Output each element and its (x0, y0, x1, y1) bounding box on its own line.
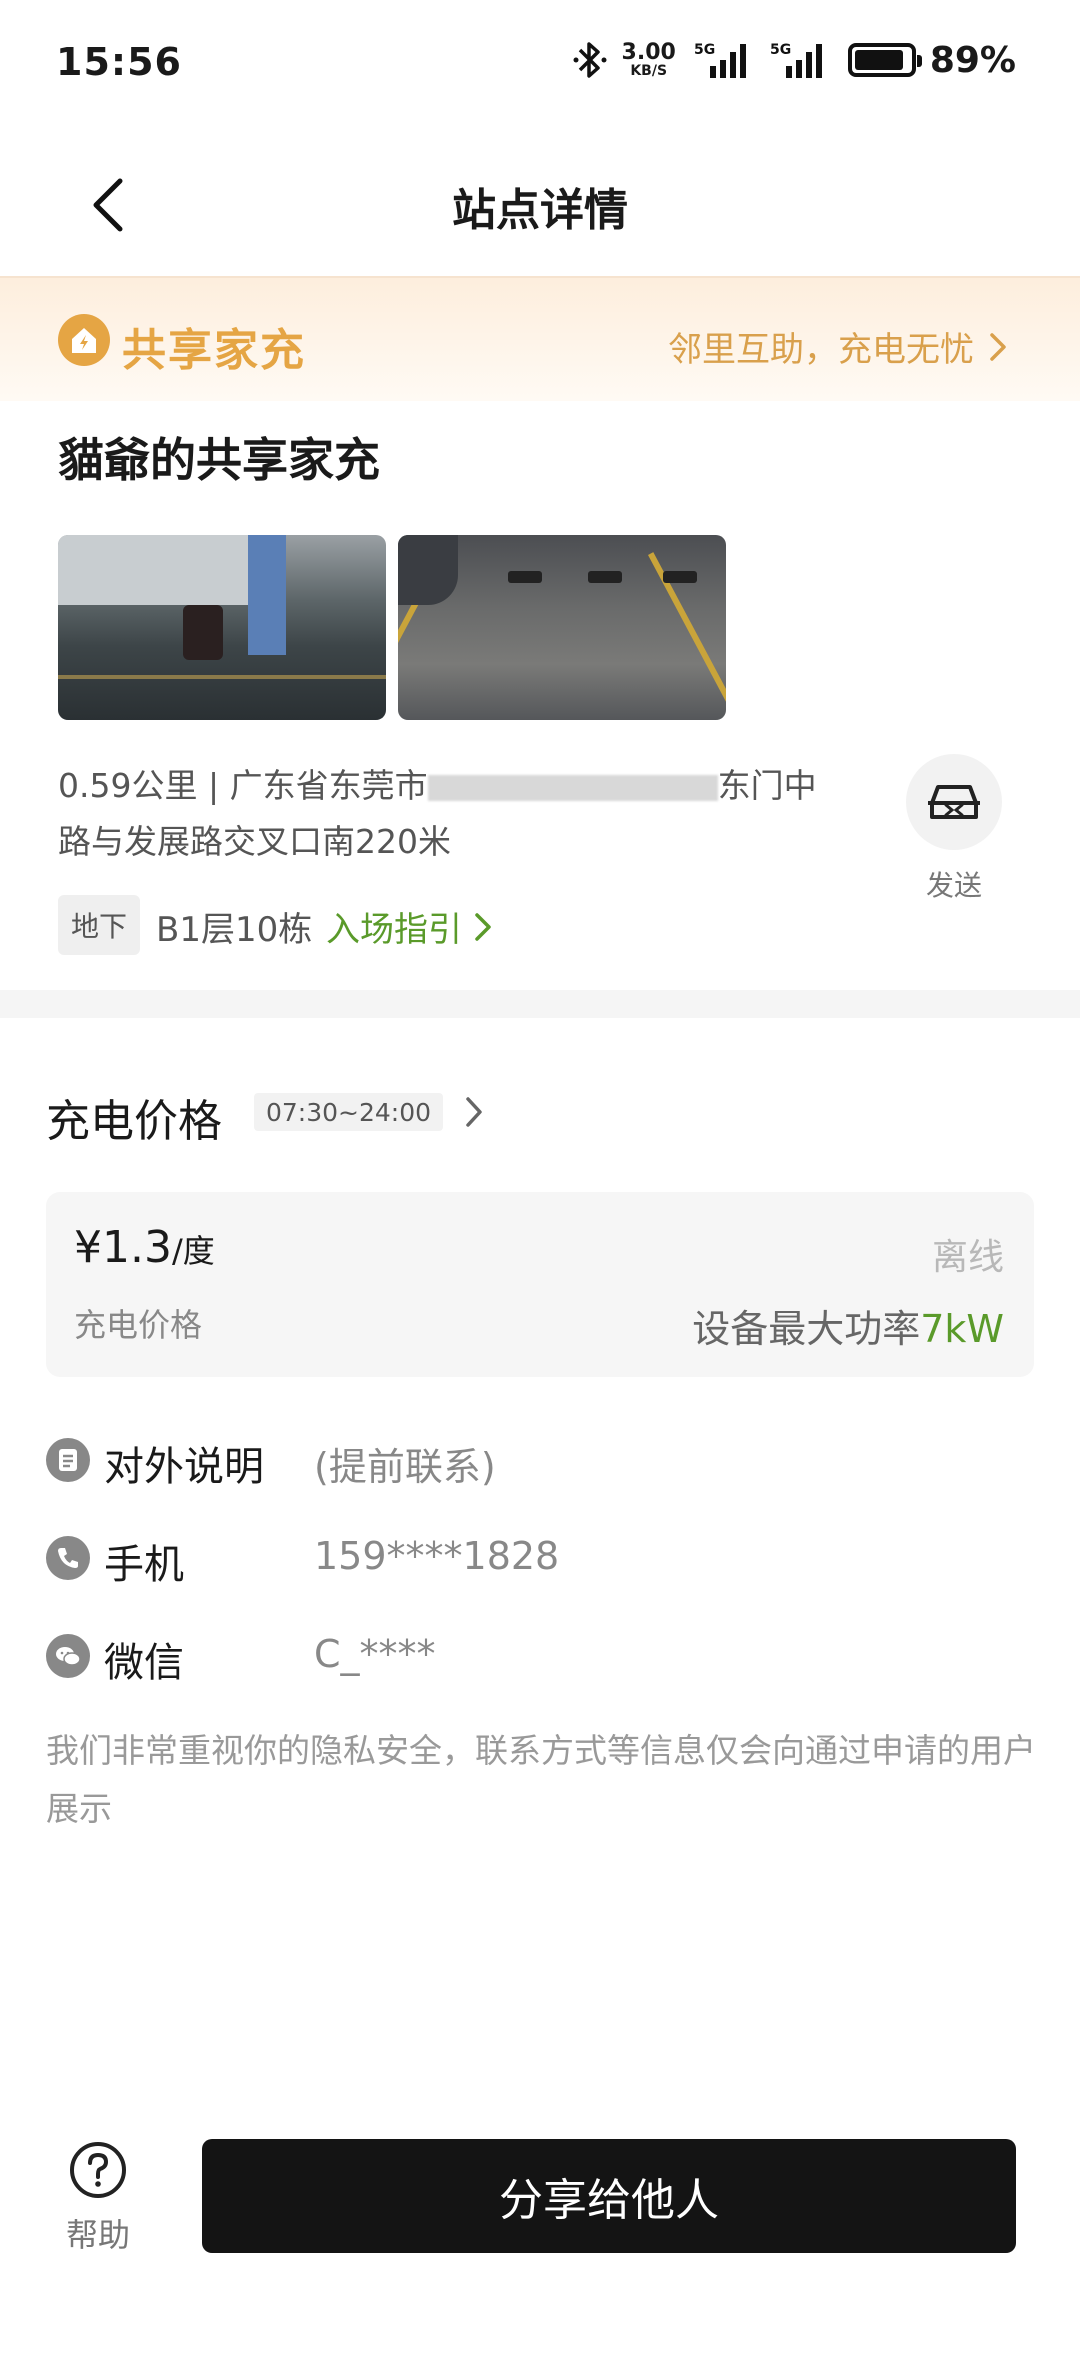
wechat-icon (46, 1634, 90, 1678)
sim2-label: 5G (770, 42, 791, 58)
home-charge-icon (58, 314, 110, 366)
address-redacted (427, 774, 718, 801)
floor-tag: 地下 (58, 895, 140, 955)
privacy-note: 我们非常重视你的隐私安全，联系方式等信息仅会向通过申请的用户展示 (46, 1731, 1036, 1828)
network-speed-value: 3.00 (621, 40, 676, 65)
price-amount: ¥1.3 (74, 1222, 172, 1273)
station-photo-1[interactable] (58, 535, 386, 720)
status-icons: 3.00 KB/S 5G 5G 89% (572, 38, 1016, 82)
chevron-right-icon[interactable] (464, 1095, 484, 1129)
contact-label: 微信 (104, 1640, 184, 1686)
sim1-label: 5G (694, 42, 715, 58)
contact-value[interactable]: 159****1828 (314, 1534, 559, 1578)
contact-row-wechat: 微信 C_**** (46, 1624, 1036, 1686)
entry-guide-label: 入场指引 (326, 910, 462, 950)
contact-value[interactable]: C_**** (314, 1632, 436, 1676)
signal-5g-icon-1: 5G (694, 42, 746, 78)
shared-charger-banner: 共享家充 邻里互助，充电无忧 (0, 276, 1080, 401)
entry-guide-link[interactable]: 入场指引 (326, 902, 492, 951)
chevron-right-icon (475, 912, 491, 941)
banner-title: 共享家充 (122, 325, 306, 376)
price-label: 充电价格 (74, 1306, 203, 1344)
question-icon (70, 2142, 126, 2198)
nav-bar: 站点详情 (0, 130, 1080, 276)
section-divider (0, 990, 1080, 1018)
banner-link[interactable]: 邻里互助，充电无忧 (668, 322, 1008, 371)
max-power-value: 7kW (920, 1307, 1004, 1351)
contact-value: (提前联系) (314, 1445, 496, 1489)
send-button[interactable] (906, 754, 1002, 850)
price-value: ¥1.3/度 (74, 1222, 215, 1273)
address-line1-end: 东门中 (717, 766, 817, 805)
station-photo-2[interactable] (398, 535, 726, 720)
contact-label: 手机 (104, 1542, 184, 1588)
phone-icon (46, 1536, 90, 1580)
bluetooth-icon (573, 42, 607, 78)
share-button[interactable]: 分享给他人 (202, 2139, 1016, 2253)
status-time: 15:56 (56, 40, 182, 84)
contact-row-description: 对外说明 (提前联系) (46, 1428, 1036, 1490)
send-label: 发送 (925, 869, 982, 902)
station-address: 0.59公里 | 广东省东莞市 东门中 路与发展路交叉口南220米 (58, 758, 858, 870)
status-bar: 15:56 3.00 KB/S 5G 5G 89% (0, 0, 1080, 130)
contact-label: 对外说明 (104, 1444, 264, 1490)
battery-icon (847, 43, 922, 77)
document-icon (46, 1438, 90, 1482)
price-card: ¥1.3/度 充电价格 离线 设备最大功率7kW (46, 1192, 1034, 1377)
station-name: 貓爺的共享家充 (58, 433, 380, 487)
floor-text: B1层10栋 (156, 910, 313, 950)
contact-row-phone: 手机 159****1828 (46, 1526, 1036, 1588)
battery-fill (854, 50, 903, 70)
chevron-right-icon (990, 332, 1006, 361)
address-line2: 路与发展路交叉口南220米 (58, 822, 451, 861)
address-line1-start: 0.59公里 | 广东省东莞市 (58, 766, 428, 805)
signal-5g-icon-2: 5G (770, 42, 822, 78)
price-unit: /度 (171, 1232, 215, 1270)
help-button[interactable]: 帮助 (60, 2140, 136, 2256)
price-time-chip: 07:30~24:00 (254, 1093, 444, 1131)
battery-percent: 89% (929, 39, 1016, 81)
max-power: 设备最大功率7kW (692, 1298, 1004, 1353)
network-speed-unit: KB/S (630, 63, 668, 79)
car-icon (928, 785, 980, 819)
network-speed: 3.00 KB/S (621, 40, 676, 79)
price-section-title: 充电价格 (46, 1096, 222, 1147)
device-status: 离线 (931, 1237, 1004, 1278)
banner-link-label: 邻里互助，充电无忧 (668, 330, 974, 370)
help-label: 帮助 (65, 2216, 130, 2254)
page-title: 站点详情 (452, 185, 628, 236)
max-power-label: 设备最大功率 (692, 1307, 921, 1351)
